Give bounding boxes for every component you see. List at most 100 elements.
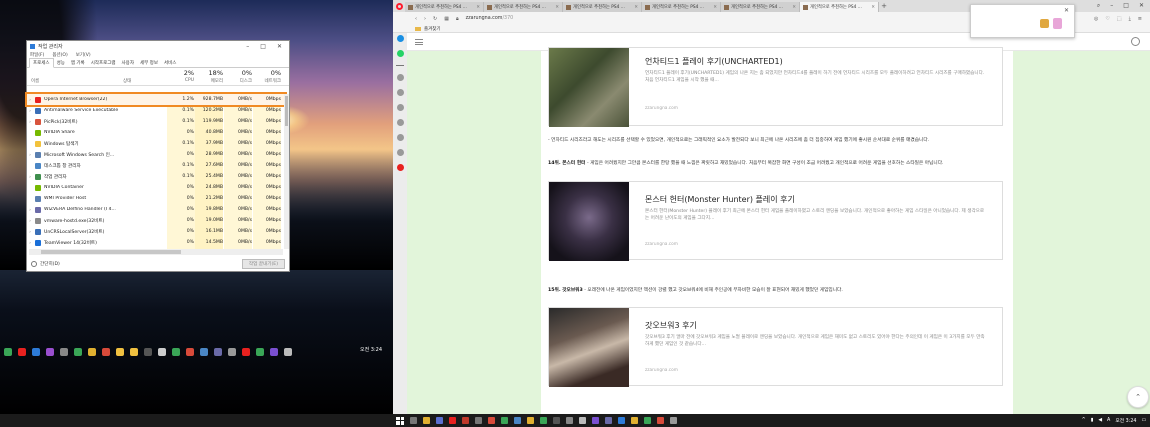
card-title[interactable]: 갓오브워3 후기 bbox=[645, 320, 697, 331]
browser-tab[interactable]: 개인적으로 추천하는 PS4 ... ✕ bbox=[484, 2, 563, 12]
col-cpu[interactable]: CPU bbox=[167, 78, 194, 83]
fewer-details-link[interactable]: 간단히(D) bbox=[40, 261, 60, 267]
browser-tab[interactable]: 개인적으로 추천하는 PS4 ... ✕ bbox=[642, 2, 721, 12]
maximize-icon[interactable]: □ bbox=[260, 43, 266, 50]
close-tab-icon[interactable]: ✕ bbox=[713, 5, 717, 10]
app-icon[interactable] bbox=[540, 417, 547, 424]
app-icon[interactable] bbox=[475, 417, 482, 424]
close-tab-icon[interactable]: ✕ bbox=[476, 5, 480, 10]
close-icon[interactable]: ✕ bbox=[277, 43, 282, 50]
back-icon[interactable]: ‹ bbox=[415, 16, 417, 22]
app-icon[interactable] bbox=[46, 348, 54, 356]
tab-services[interactable]: 서비스 bbox=[161, 59, 179, 67]
col-net-pct[interactable]: 0% bbox=[253, 69, 281, 77]
close-tab-icon[interactable]: ✕ bbox=[871, 5, 875, 10]
app-icon[interactable] bbox=[172, 348, 180, 356]
extension-icon[interactable] bbox=[1040, 19, 1049, 28]
vertical-scrollbar[interactable] bbox=[284, 94, 289, 249]
app-icon[interactable] bbox=[514, 417, 521, 424]
maximize-icon[interactable]: □ bbox=[1123, 2, 1129, 10]
chevron-right-icon[interactable]: › bbox=[27, 152, 33, 157]
process-row[interactable]: WMI Provider Host 0% 21.2MB 0MB/s 0Mbps bbox=[27, 193, 285, 204]
app-icon[interactable] bbox=[579, 417, 586, 424]
chevron-up-icon[interactable] bbox=[31, 261, 37, 267]
close-tab-icon[interactable]: ✕ bbox=[555, 5, 559, 10]
close-tab-icon[interactable]: ✕ bbox=[792, 5, 796, 10]
app-icon[interactable] bbox=[256, 348, 264, 356]
col-net[interactable]: 네트워크 bbox=[253, 78, 281, 84]
col-mem[interactable]: 메모리 bbox=[195, 78, 223, 84]
tab-app-history[interactable]: 앱 기록 bbox=[68, 59, 88, 67]
browser-tab[interactable]: 개인적으로 추천하는 PS4 ... ✕ bbox=[800, 2, 879, 12]
browser-tab[interactable]: 개인적으로 추천하는 PS4 ... ✕ bbox=[405, 2, 484, 12]
app-icon[interactable] bbox=[670, 417, 677, 424]
opera-menu-icon[interactable] bbox=[393, 0, 405, 12]
process-row[interactable]: › Antimalware Service Executable 0.1% 120.2… bbox=[27, 105, 285, 116]
close-tab-icon[interactable]: ✕ bbox=[634, 5, 638, 10]
file-explorer-icon[interactable] bbox=[423, 417, 430, 424]
extension-icon[interactable] bbox=[1053, 18, 1062, 29]
app-icon[interactable] bbox=[488, 417, 495, 424]
process-row[interactable]: › WIZVERA Delfino Handler (I 4... 0% 19.8MB… bbox=[27, 204, 285, 215]
app-icon[interactable] bbox=[270, 348, 278, 356]
app-icon[interactable] bbox=[214, 348, 222, 356]
app-icon[interactable] bbox=[436, 417, 443, 424]
extensions-icon[interactable]: ⬚ bbox=[1117, 16, 1122, 22]
search-icon[interactable] bbox=[396, 74, 404, 81]
process-row[interactable]: › Microsoft Windows Search 인... 0% 28.9MB 0M… bbox=[27, 149, 285, 160]
close-icon[interactable]: ✕ bbox=[1064, 7, 1069, 14]
speed-dial-icon[interactable]: ▦ bbox=[444, 16, 449, 22]
process-row[interactable]: Windows 탐색기 0.1% 37.9MB 0MB/s 0Mbps bbox=[27, 138, 285, 149]
card-title[interactable]: 언차티드1 플레이 후기(UNCHARTED1) bbox=[645, 56, 783, 67]
chevron-right-icon[interactable]: › bbox=[27, 207, 33, 212]
news-icon[interactable] bbox=[396, 149, 404, 156]
app-icon[interactable] bbox=[116, 348, 124, 356]
history-icon[interactable] bbox=[396, 134, 404, 141]
search-tabs-icon[interactable]: ⌕ bbox=[1097, 2, 1100, 10]
download-icon[interactable]: ⤓ bbox=[1129, 16, 1131, 22]
app-icon[interactable] bbox=[644, 417, 651, 424]
app-icon[interactable] bbox=[60, 348, 68, 356]
link-card-monster-hunter[interactable]: 몬스터 헌터(Monster Hunter) 플레이 후기 몬스터 헌터(Mon… bbox=[548, 181, 1003, 261]
opera-icon[interactable] bbox=[449, 417, 456, 424]
process-row[interactable]: NVIDIA Share 0% 40.8MB 0MB/s 0Mbps bbox=[27, 127, 285, 138]
speed-dial-icon[interactable] bbox=[396, 104, 404, 111]
col-cpu-pct[interactable]: 2% bbox=[167, 69, 194, 77]
app-icon[interactable] bbox=[527, 417, 534, 424]
app-icon[interactable] bbox=[618, 417, 625, 424]
col-mem-pct[interactable]: 18% bbox=[195, 69, 223, 77]
process-row[interactable]: › UnCRSLocalServer(32비트) 0% 16.1MB 0MB/s 0Mbp… bbox=[27, 226, 285, 237]
ime-indicator[interactable]: A bbox=[1107, 418, 1110, 423]
app-icon[interactable] bbox=[462, 417, 469, 424]
windows-start-icon[interactable] bbox=[396, 416, 404, 425]
process-row[interactable]: NVIDIA Container 0% 24.8MB 0MB/s 0Mbps bbox=[27, 182, 285, 193]
app-icon[interactable] bbox=[130, 348, 138, 356]
app-icon[interactable] bbox=[200, 348, 208, 356]
close-icon[interactable]: ✕ bbox=[1139, 2, 1144, 10]
process-row[interactable]: › vmware-hostd.exe(32비트) 0% 19.0MB 0MB/s 0Mbp… bbox=[27, 215, 285, 226]
app-icon[interactable] bbox=[88, 348, 96, 356]
whatsapp-icon[interactable] bbox=[396, 50, 404, 57]
menu-view[interactable]: 보기(V) bbox=[76, 52, 91, 58]
chevron-right-icon[interactable]: › bbox=[27, 174, 33, 179]
tab-details[interactable]: 세부 정보 bbox=[137, 59, 161, 67]
search-icon[interactable] bbox=[1131, 37, 1140, 46]
col-disk-pct[interactable]: 0% bbox=[224, 69, 252, 77]
app-icon[interactable] bbox=[74, 348, 82, 356]
forward-icon[interactable]: › bbox=[424, 16, 426, 22]
app-icon[interactable] bbox=[631, 417, 638, 424]
app-icon[interactable] bbox=[242, 348, 250, 356]
col-status[interactable]: 상태 bbox=[123, 78, 131, 84]
app-icon[interactable] bbox=[501, 417, 508, 424]
app-icon[interactable] bbox=[4, 348, 12, 356]
app-icon[interactable] bbox=[228, 348, 236, 356]
app-icon[interactable] bbox=[553, 417, 560, 424]
menu-options[interactable]: 옵션(O) bbox=[52, 52, 67, 58]
app-icon[interactable] bbox=[657, 417, 664, 424]
scroll-thumb[interactable] bbox=[285, 96, 288, 126]
camera-icon[interactable]: ◎ bbox=[1094, 16, 1098, 22]
app-icon[interactable] bbox=[284, 348, 292, 356]
reload-icon[interactable]: ↻ bbox=[433, 16, 437, 22]
new-tab-button[interactable]: + bbox=[879, 2, 889, 10]
tray-chevron-icon[interactable]: ^ bbox=[1082, 418, 1086, 423]
